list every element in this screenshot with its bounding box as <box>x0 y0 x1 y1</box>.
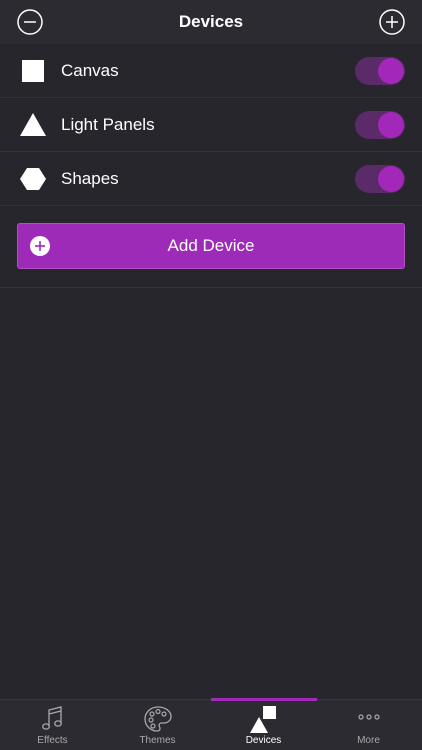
music-note-icon <box>42 706 62 730</box>
device-label: Canvas <box>61 61 119 80</box>
tab-label: More <box>357 735 380 746</box>
devices-screen: Devices Canvas Light Panels Shapes Add D… <box>0 0 422 750</box>
device-row-light-panels[interactable]: Light Panels <box>0 98 422 152</box>
square-icon <box>22 60 44 82</box>
tab-label: Effects <box>37 735 68 746</box>
device-toggle-light-panels[interactable] <box>355 111 405 139</box>
device-row-shapes[interactable]: Shapes <box>0 152 422 206</box>
add-device-label: Add Device <box>167 236 255 255</box>
add-device-section: Add Device <box>0 206 422 288</box>
device-list: Canvas Light Panels Shapes Add Device <box>0 44 422 288</box>
nav-header: Devices <box>0 0 422 44</box>
toggle-knob <box>378 166 404 192</box>
tab-effects[interactable]: Effects <box>0 700 105 750</box>
hexagon-icon <box>20 168 46 190</box>
toggle-knob <box>378 112 404 138</box>
device-label: Shapes <box>61 169 119 188</box>
device-toggle-shapes[interactable] <box>355 165 405 193</box>
tab-themes[interactable]: Themes <box>105 700 210 750</box>
device-toggle-canvas[interactable] <box>355 57 405 85</box>
tab-more[interactable]: More <box>316 700 421 750</box>
add-device-button[interactable]: Add Device <box>17 223 405 269</box>
triangle-icon <box>20 113 46 136</box>
add-device-header-button[interactable] <box>379 9 405 35</box>
tab-bar: Effects Themes Devices More <box>0 698 422 750</box>
tab-label: Devices <box>245 735 282 746</box>
ellipsis-icon <box>358 714 380 720</box>
tab-label: Themes <box>139 735 176 746</box>
tab-devices[interactable]: Devices <box>211 700 316 750</box>
device-row-canvas[interactable]: Canvas <box>0 44 422 98</box>
device-label: Light Panels <box>61 115 155 134</box>
devices-icon <box>250 706 276 733</box>
plus-circle-icon <box>379 9 405 35</box>
palette-icon <box>144 706 172 732</box>
toggle-knob <box>378 58 404 84</box>
page-title: Devices <box>178 12 244 31</box>
